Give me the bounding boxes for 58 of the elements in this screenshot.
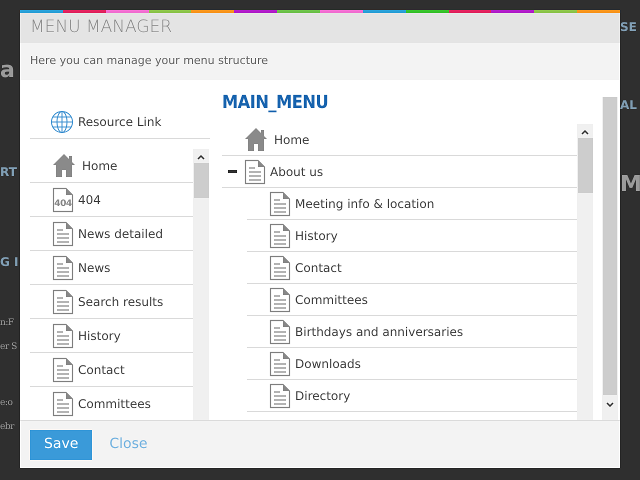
document-icon <box>244 158 266 184</box>
document-icon <box>269 318 291 344</box>
background-text: er S <box>0 342 17 353</box>
background-text: a <box>0 58 15 84</box>
background-text: G I <box>0 255 18 270</box>
scrollbar-thumb[interactable] <box>194 163 208 198</box>
page-item[interactable]: Committees <box>78 394 151 412</box>
scrollbar[interactable] <box>602 97 618 420</box>
document-icon <box>269 254 291 280</box>
page-item[interactable]: Directory <box>295 386 350 404</box>
page-item[interactable]: Search results <box>78 292 164 310</box>
scroll-down-icon[interactable] <box>605 401 615 407</box>
scroll-up-icon[interactable] <box>580 129 590 135</box>
home-icon <box>244 126 270 152</box>
file-icon: 404 <box>52 186 74 212</box>
background-text: SE <box>620 20 637 35</box>
document-icon <box>52 220 74 246</box>
background-text: n:F <box>0 318 14 329</box>
globe-icon <box>50 110 74 134</box>
background-text: e:o <box>0 398 12 409</box>
document-icon <box>269 190 291 216</box>
page-item[interactable]: Downloads <box>295 354 361 372</box>
scrollbar[interactable] <box>577 124 593 420</box>
scrollbar[interactable] <box>193 149 209 420</box>
scroll-up-icon[interactable] <box>196 154 206 160</box>
page-item[interactable]: Committees <box>295 290 368 308</box>
page-item[interactable]: History <box>78 326 121 344</box>
page-item[interactable]: Home <box>274 130 310 148</box>
page-item[interactable]: Contact <box>295 258 342 276</box>
scrollbar-thumb[interactable] <box>603 97 617 395</box>
document-icon <box>52 322 74 348</box>
document-icon <box>52 254 74 280</box>
background-text: M <box>620 172 640 198</box>
document-icon <box>269 382 291 408</box>
document-icon <box>269 286 291 312</box>
page-item[interactable]: News <box>78 258 110 276</box>
page-item[interactable]: 404 <box>78 190 101 208</box>
page-item[interactable]: History <box>295 226 338 244</box>
document-icon <box>52 390 74 416</box>
menu-title: MAIN_MENU <box>222 90 328 114</box>
page-item[interactable]: Birthdays and anniversaries <box>295 322 464 340</box>
page-item[interactable]: About us <box>270 162 324 180</box>
scrollbar-thumb[interactable] <box>578 138 592 193</box>
background-text: ebr <box>0 422 14 433</box>
document-icon <box>269 222 291 248</box>
background-text: RT <box>0 165 17 180</box>
page-item[interactable]: Contact <box>78 360 125 378</box>
background-text: AL <box>620 98 637 113</box>
page-item[interactable]: Meeting info & location <box>295 194 434 212</box>
resource-link[interactable]: Resource Link <box>78 112 162 130</box>
dialog-subtitle: Here you can manage your menu structure <box>30 53 268 70</box>
page-item[interactable]: Home <box>82 156 118 174</box>
document-icon <box>52 288 74 314</box>
home-icon <box>52 152 78 178</box>
document-icon <box>269 350 291 376</box>
dialog-title: MENU MANAGER <box>30 16 172 40</box>
document-icon <box>52 356 74 382</box>
page-item[interactable]: News detailed <box>78 224 163 242</box>
